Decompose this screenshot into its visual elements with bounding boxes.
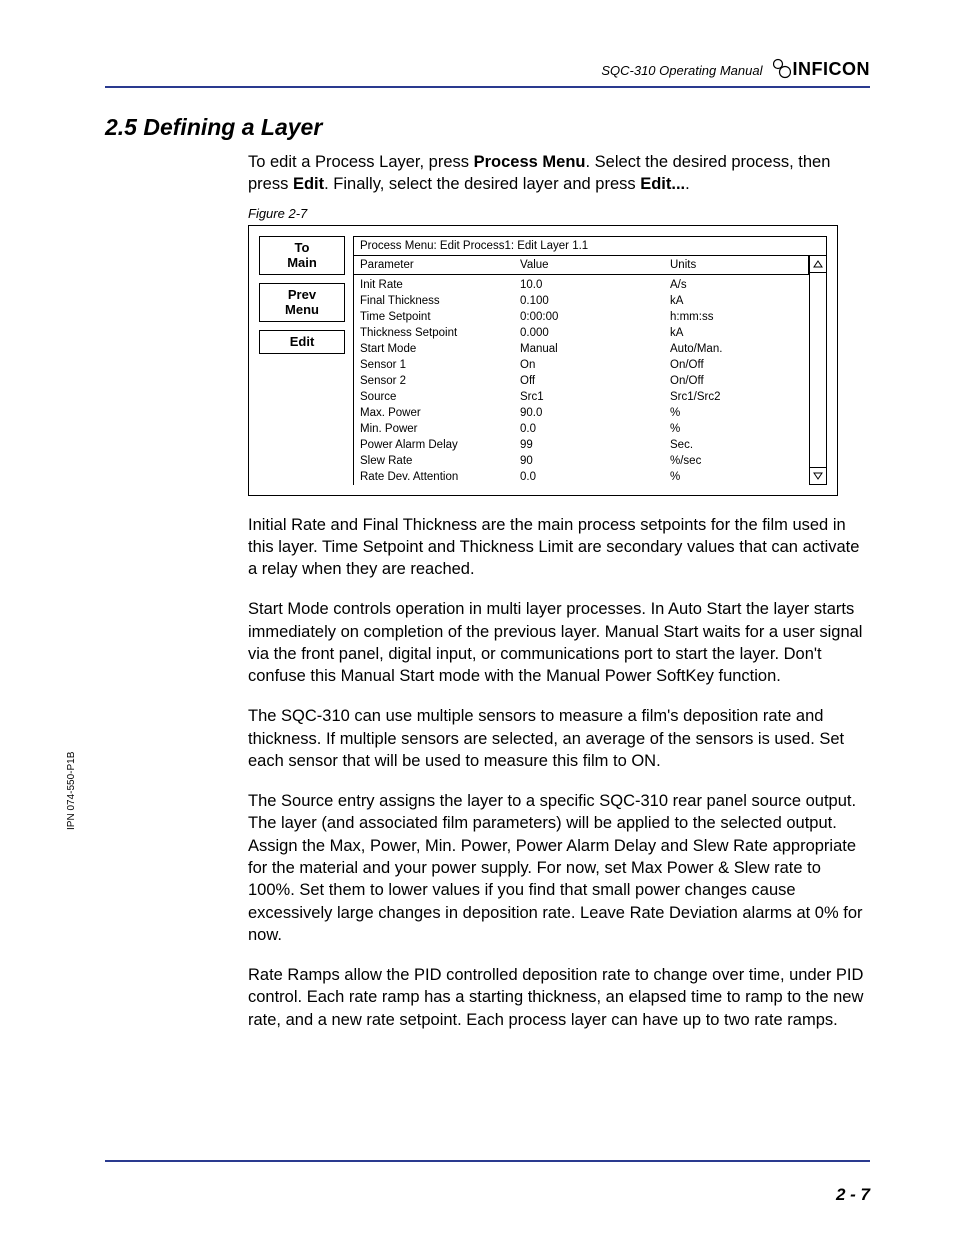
col-header-value: Value bbox=[520, 259, 670, 271]
cell-value: On bbox=[520, 359, 670, 371]
cell-units: kA bbox=[670, 327, 803, 339]
logo-text: INFICON bbox=[793, 59, 871, 80]
softkey-edit[interactable]: Edit bbox=[259, 330, 345, 354]
scroll-down-icon[interactable] bbox=[809, 467, 827, 485]
intro-text-3: . Finally, select the desired layer and … bbox=[324, 175, 640, 193]
cell-value: Manual bbox=[520, 343, 670, 355]
softkey-prev-menu[interactable]: Prev Menu bbox=[259, 283, 345, 322]
paragraph-5: Rate Ramps allow the PID controlled depo… bbox=[248, 964, 868, 1031]
table-row[interactable]: SourceSrc1Src1/Src2 bbox=[360, 389, 803, 405]
screen-main: Process Menu: Edit Process1: Edit Layer … bbox=[353, 236, 827, 485]
intro-paragraph: To edit a Process Layer, press Process M… bbox=[248, 151, 868, 196]
table-row[interactable]: Min. Power0.0% bbox=[360, 421, 803, 437]
brand-logo: INFICON bbox=[773, 58, 871, 80]
cell-param: Time Setpoint bbox=[360, 311, 520, 323]
table-header: Parameter Value Units bbox=[353, 255, 809, 275]
table-body: Init Rate10.0A/sFinal Thickness0.100kATi… bbox=[353, 275, 809, 485]
intro-bold-1: Process Menu bbox=[474, 153, 586, 171]
manual-title: SQC-310 Operating Manual bbox=[601, 63, 762, 80]
table-row[interactable]: Start ModeManualAuto/Man. bbox=[360, 341, 803, 357]
section-title: 2.5 Defining a Layer bbox=[105, 114, 870, 141]
cell-value: 0.0 bbox=[520, 423, 670, 435]
cell-value: Src1 bbox=[520, 391, 670, 403]
cell-units: A/s bbox=[670, 279, 803, 291]
footer-divider bbox=[105, 1160, 870, 1162]
scroll-up-icon[interactable] bbox=[809, 255, 827, 273]
intro-text-4: . bbox=[685, 175, 690, 193]
cell-units: On/Off bbox=[670, 359, 803, 371]
cell-param: Slew Rate bbox=[360, 455, 520, 467]
intro-bold-2: Edit bbox=[293, 175, 324, 193]
cell-param: Sensor 1 bbox=[360, 359, 520, 371]
table-row[interactable]: Slew Rate90%/sec bbox=[360, 453, 803, 469]
cell-value: 0:00:00 bbox=[520, 311, 670, 323]
cell-param: Power Alarm Delay bbox=[360, 439, 520, 451]
cell-param: Thickness Setpoint bbox=[360, 327, 520, 339]
cell-param: Init Rate bbox=[360, 279, 520, 291]
table-row[interactable]: Max. Power90.0% bbox=[360, 405, 803, 421]
paragraph-2: Start Mode controls operation in multi l… bbox=[248, 598, 868, 687]
col-header-units: Units bbox=[670, 259, 802, 271]
cell-units: h:mm:ss bbox=[670, 311, 803, 323]
cell-units: %/sec bbox=[670, 455, 803, 467]
cell-value: 10.0 bbox=[520, 279, 670, 291]
page-header: SQC-310 Operating Manual INFICON bbox=[105, 58, 870, 80]
cell-units: kA bbox=[670, 295, 803, 307]
col-header-parameter: Parameter bbox=[360, 259, 520, 271]
table-row[interactable]: Time Setpoint0:00:00h:mm:ss bbox=[360, 309, 803, 325]
cell-param: Final Thickness bbox=[360, 295, 520, 307]
table-row[interactable]: Rate Dev. Attention0.0% bbox=[360, 469, 803, 485]
cell-units: Src1/Src2 bbox=[670, 391, 803, 403]
intro-text-1: To edit a Process Layer, press bbox=[248, 153, 474, 171]
intro-bold-3: Edit... bbox=[640, 175, 685, 193]
cell-param: Start Mode bbox=[360, 343, 520, 355]
cell-units: On/Off bbox=[670, 375, 803, 387]
table-row[interactable]: Power Alarm Delay99Sec. bbox=[360, 437, 803, 453]
table-row[interactable]: Thickness Setpoint0.000kA bbox=[360, 325, 803, 341]
header-divider bbox=[105, 86, 870, 88]
side-ipn-text: IPN 074-550-P1B bbox=[66, 752, 77, 830]
cell-param: Sensor 2 bbox=[360, 375, 520, 387]
cell-value: 0.000 bbox=[520, 327, 670, 339]
page-number: 2 - 7 bbox=[836, 1185, 870, 1205]
cell-units: Sec. bbox=[670, 439, 803, 451]
breadcrumb: Process Menu: Edit Process1: Edit Layer … bbox=[353, 236, 827, 255]
cell-value: Off bbox=[520, 375, 670, 387]
cell-value: 0.0 bbox=[520, 471, 670, 483]
cell-param: Max. Power bbox=[360, 407, 520, 419]
paragraph-3: The SQC-310 can use multiple sensors to … bbox=[248, 705, 868, 772]
table-row[interactable]: Final Thickness0.100kA bbox=[360, 293, 803, 309]
cell-value: 99 bbox=[520, 439, 670, 451]
scroll-track[interactable] bbox=[809, 273, 827, 467]
figure-screenshot: To Main Prev Menu Edit Process Menu: Edi… bbox=[248, 225, 838, 496]
cell-param: Min. Power bbox=[360, 423, 520, 435]
cell-param: Rate Dev. Attention bbox=[360, 471, 520, 483]
paragraph-4: The Source entry assigns the layer to a … bbox=[248, 790, 868, 946]
scrollbar[interactable] bbox=[809, 255, 827, 485]
logo-icon bbox=[773, 58, 791, 80]
figure-caption: Figure 2-7 bbox=[248, 206, 868, 221]
cell-units: % bbox=[670, 471, 803, 483]
cell-param: Source bbox=[360, 391, 520, 403]
cell-units: % bbox=[670, 407, 803, 419]
paragraph-1: Initial Rate and Final Thickness are the… bbox=[248, 514, 868, 581]
table-row[interactable]: Init Rate10.0A/s bbox=[360, 277, 803, 293]
table-row[interactable]: Sensor 2OffOn/Off bbox=[360, 373, 803, 389]
cell-units: % bbox=[670, 423, 803, 435]
cell-units: Auto/Man. bbox=[670, 343, 803, 355]
cell-value: 90 bbox=[520, 455, 670, 467]
softkey-to-main[interactable]: To Main bbox=[259, 236, 345, 275]
table-row[interactable]: Sensor 1OnOn/Off bbox=[360, 357, 803, 373]
cell-value: 90.0 bbox=[520, 407, 670, 419]
softkey-column: To Main Prev Menu Edit bbox=[259, 236, 345, 485]
cell-value: 0.100 bbox=[520, 295, 670, 307]
